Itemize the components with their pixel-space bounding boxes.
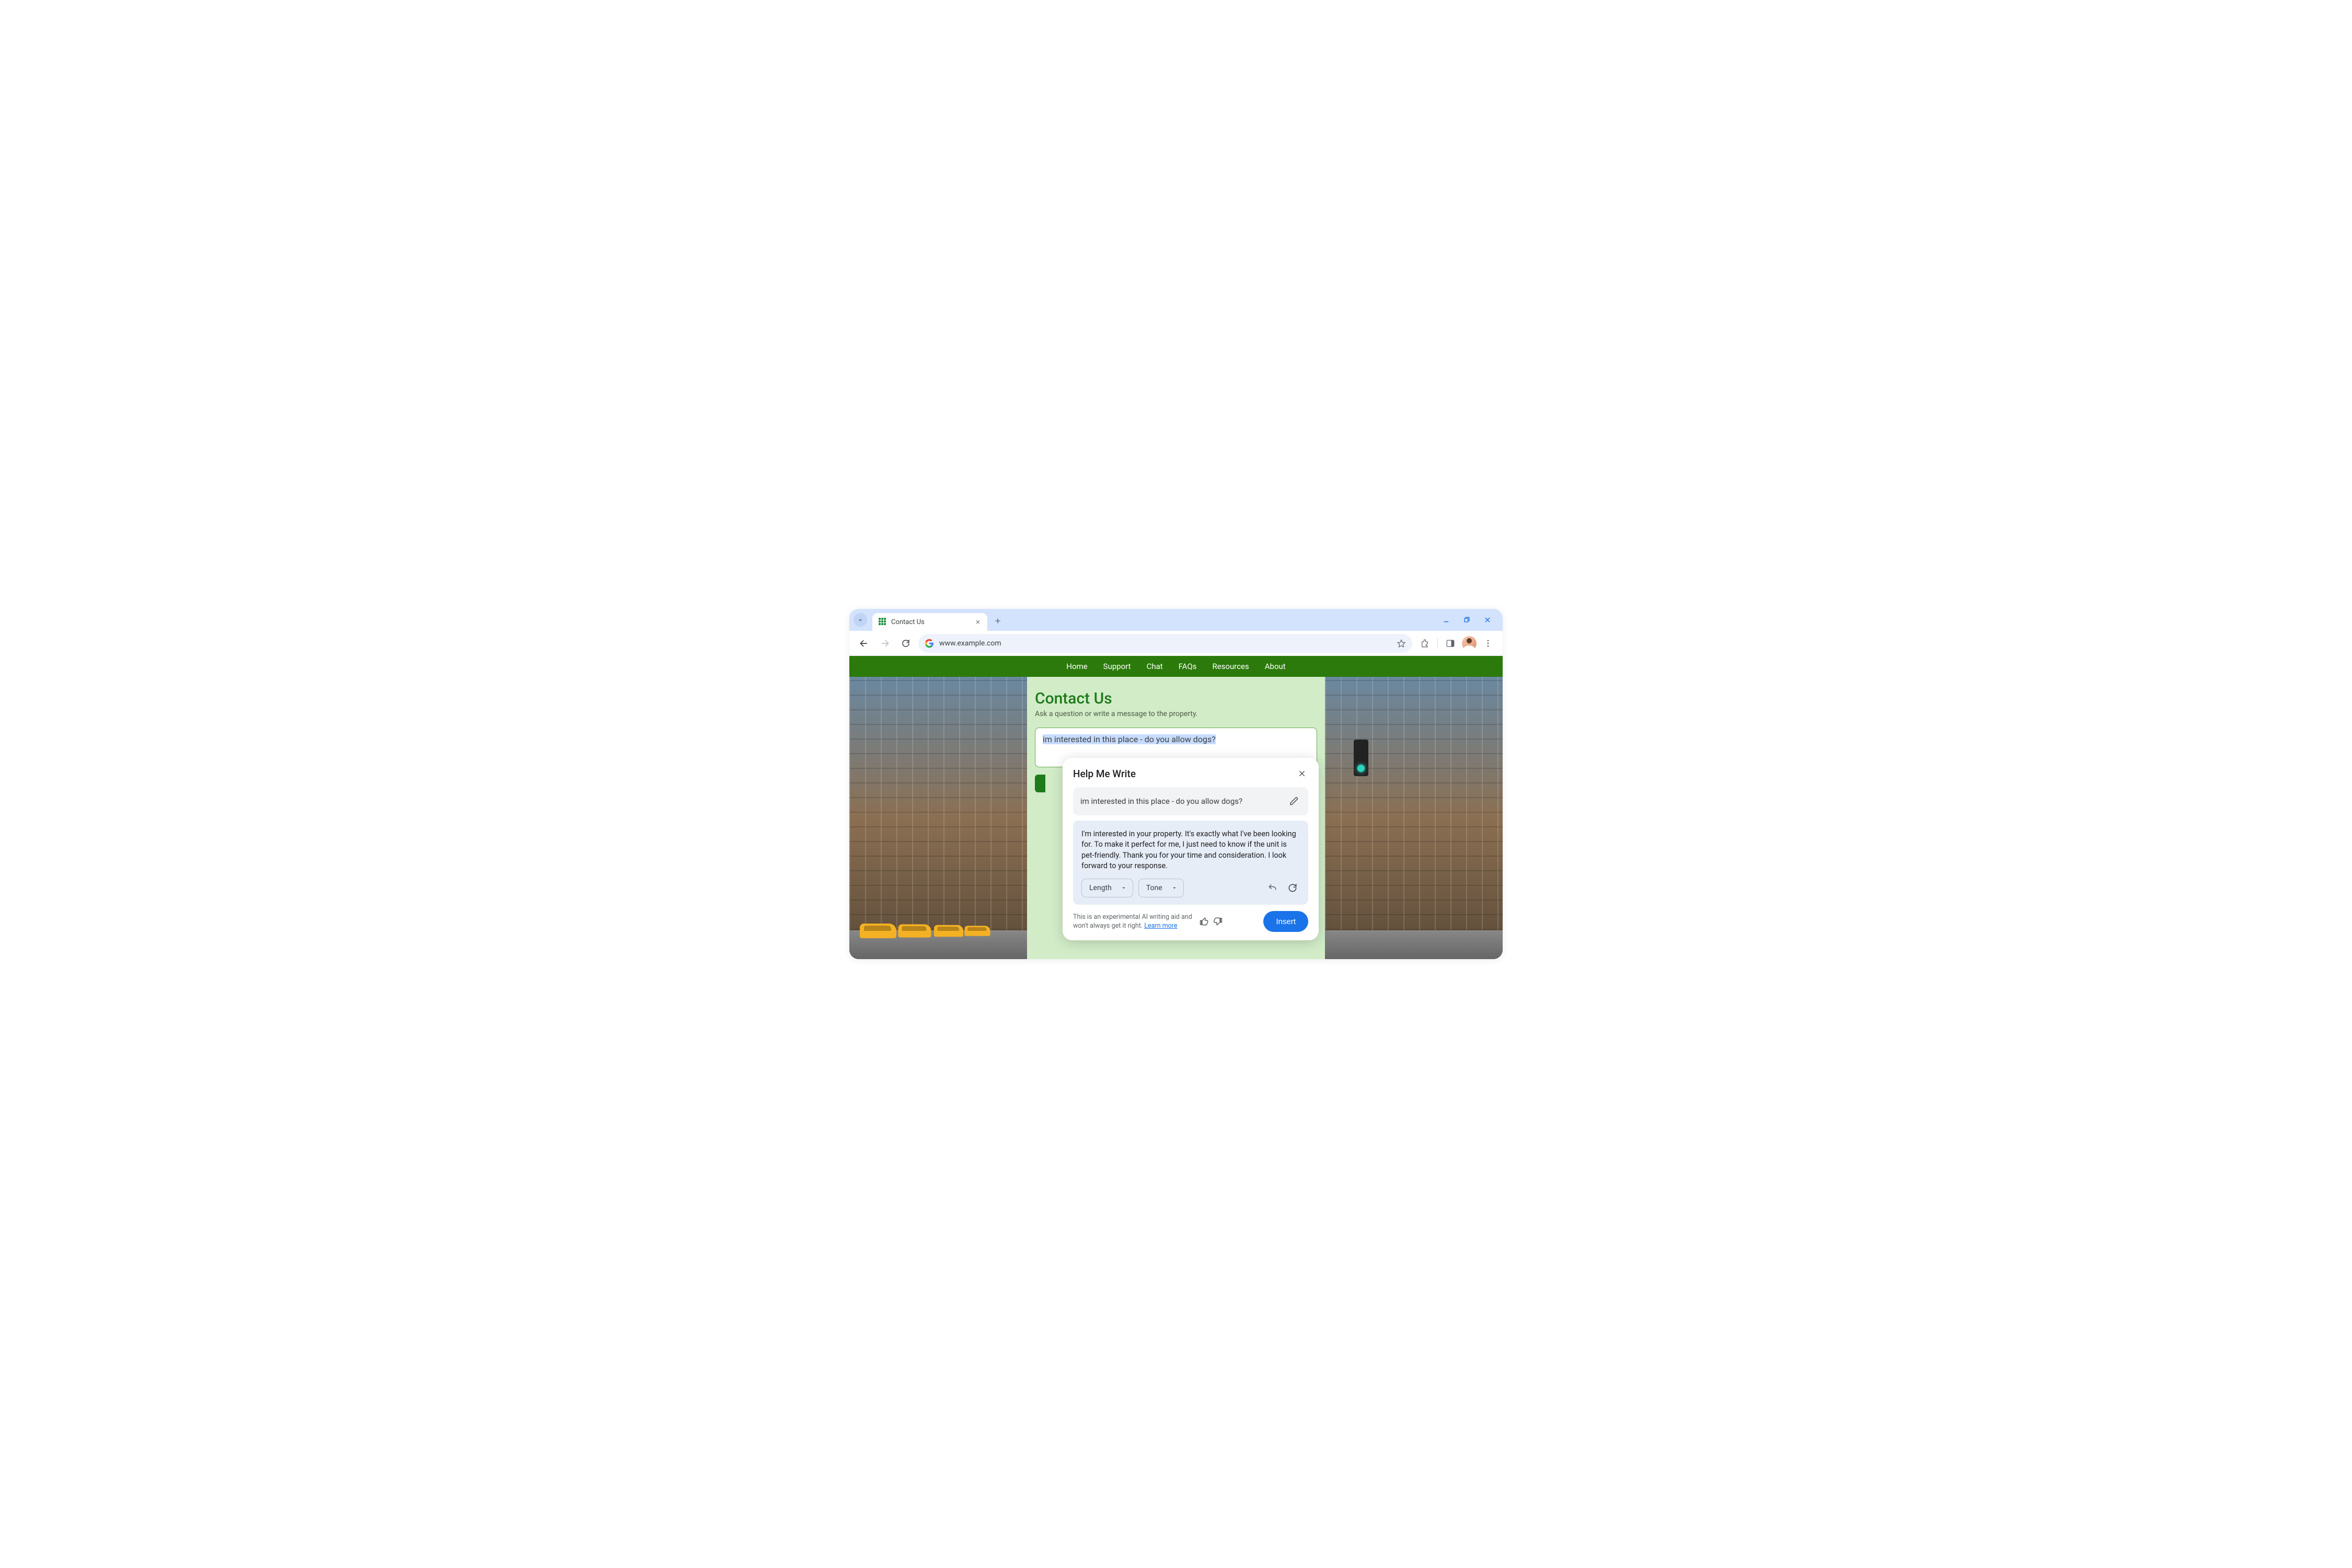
feedback-thumbs bbox=[1198, 916, 1224, 927]
tab-close-button[interactable] bbox=[974, 618, 982, 626]
edit-prompt-button[interactable] bbox=[1287, 794, 1301, 808]
caret-down-icon bbox=[1172, 885, 1177, 891]
prompt-text: im interested in this place - do you all… bbox=[1080, 797, 1242, 806]
page-viewport: Home Support Chat FAQs Resources About C… bbox=[849, 656, 1503, 959]
thumbs-up-button[interactable] bbox=[1198, 916, 1210, 927]
browser-tab[interactable]: Contact Us bbox=[872, 613, 987, 631]
nav-reload-button[interactable] bbox=[897, 635, 914, 652]
undo-icon bbox=[1267, 883, 1278, 893]
page-subtitle: Ask a question or write a message to the… bbox=[1035, 710, 1317, 718]
extension-icon bbox=[1420, 639, 1429, 648]
arrow-right-icon bbox=[880, 638, 890, 649]
minimize-icon bbox=[1443, 616, 1450, 624]
bookmark-button[interactable] bbox=[1397, 639, 1406, 648]
thumbs-up-icon bbox=[1200, 917, 1209, 926]
nav-link-support[interactable]: Support bbox=[1103, 662, 1131, 671]
new-tab-button[interactable] bbox=[994, 617, 1002, 625]
extensions-button[interactable] bbox=[1416, 635, 1433, 652]
caret-down-icon bbox=[1121, 885, 1126, 891]
side-panel-button[interactable] bbox=[1442, 635, 1459, 652]
result-card: I'm interested in your property. It's ex… bbox=[1073, 821, 1308, 905]
nav-link-home[interactable]: Home bbox=[1066, 662, 1087, 671]
maximize-icon bbox=[1463, 616, 1470, 623]
url-text: www.example.com bbox=[939, 639, 1391, 648]
disclaimer-text: This is an experimental AI writing aid a… bbox=[1073, 913, 1193, 931]
window-minimize-button[interactable] bbox=[1440, 614, 1452, 626]
tab-title: Contact Us bbox=[891, 618, 970, 626]
reload-icon bbox=[901, 639, 910, 648]
window-close-button[interactable] bbox=[1482, 614, 1493, 626]
profile-avatar[interactable] bbox=[1462, 636, 1477, 651]
browser-toolbar: www.example.com bbox=[849, 631, 1503, 656]
close-icon bbox=[1298, 769, 1306, 778]
undo-button[interactable] bbox=[1265, 881, 1280, 895]
close-icon bbox=[975, 619, 981, 625]
nav-link-faqs[interactable]: FAQs bbox=[1179, 662, 1197, 671]
popup-close-button[interactable] bbox=[1296, 767, 1308, 780]
thumbs-down-button[interactable] bbox=[1212, 916, 1224, 927]
length-dropdown[interactable]: Length bbox=[1081, 879, 1133, 897]
chrome-menu-button[interactable] bbox=[1480, 635, 1496, 652]
side-panel-icon bbox=[1446, 639, 1455, 648]
window-maximize-button[interactable] bbox=[1461, 614, 1472, 626]
refresh-icon bbox=[1287, 883, 1298, 893]
browser-window: Contact Us bbox=[849, 609, 1503, 959]
help-me-write-popup: Help Me Write im interested in this plac… bbox=[1063, 758, 1319, 940]
toolbar-actions bbox=[1416, 635, 1496, 652]
insert-button[interactable]: Insert bbox=[1263, 911, 1308, 932]
nav-link-resources[interactable]: Resources bbox=[1213, 662, 1249, 671]
arrow-left-icon bbox=[859, 638, 869, 649]
nav-link-about[interactable]: About bbox=[1265, 662, 1286, 671]
learn-more-link[interactable]: Learn more bbox=[1144, 922, 1177, 930]
hero-image-left bbox=[849, 677, 1027, 959]
regenerate-button[interactable] bbox=[1285, 881, 1300, 895]
plus-icon bbox=[994, 617, 1002, 625]
pencil-icon bbox=[1289, 797, 1299, 806]
toolbar-divider bbox=[1437, 638, 1438, 649]
nav-back-button[interactable] bbox=[856, 635, 872, 652]
tab-search-button[interactable] bbox=[854, 613, 867, 627]
address-bar[interactable]: www.example.com bbox=[918, 634, 1412, 653]
close-icon bbox=[1484, 616, 1491, 624]
prompt-row: im interested in this place - do you all… bbox=[1073, 787, 1308, 815]
window-controls bbox=[1440, 614, 1498, 626]
submit-button-partial[interactable] bbox=[1035, 775, 1045, 792]
site-navbar: Home Support Chat FAQs Resources About bbox=[849, 656, 1503, 677]
tone-dropdown[interactable]: Tone bbox=[1138, 879, 1184, 897]
more-vert-icon bbox=[1483, 639, 1493, 648]
length-label: Length bbox=[1089, 884, 1112, 892]
thumbs-down-icon bbox=[1213, 917, 1223, 926]
nav-forward-button[interactable] bbox=[877, 635, 893, 652]
page-title: Contact Us bbox=[1035, 689, 1317, 708]
popup-title: Help Me Write bbox=[1073, 768, 1136, 780]
star-icon bbox=[1397, 639, 1406, 648]
tab-strip: Contact Us bbox=[849, 609, 1503, 631]
result-text: I'm interested in your property. It's ex… bbox=[1081, 829, 1300, 871]
message-text: im interested in this place - do you all… bbox=[1043, 734, 1216, 744]
google-icon bbox=[925, 639, 934, 648]
chevron-down-icon bbox=[857, 617, 863, 623]
nav-link-chat[interactable]: Chat bbox=[1147, 662, 1163, 671]
tone-label: Tone bbox=[1146, 884, 1162, 892]
site-favicon bbox=[879, 618, 887, 626]
hero-image-right bbox=[1325, 677, 1503, 959]
